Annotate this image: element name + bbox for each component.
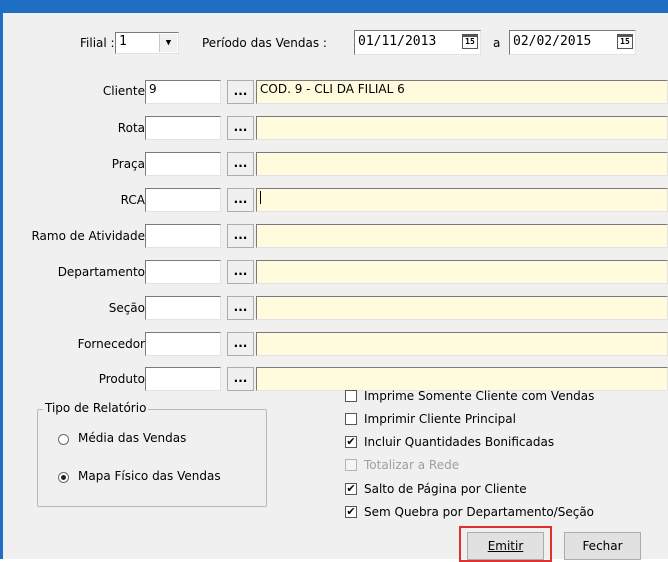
window-frame-top (0, 0, 668, 13)
fornecedor-description (256, 332, 668, 356)
checkbox-somente-cliente-vendas[interactable] (345, 390, 357, 402)
ramo-description (256, 224, 668, 248)
secao-description (256, 296, 668, 320)
filial-value: 1 (119, 34, 127, 49)
checkbox-totalizar-rede (345, 459, 357, 471)
ramo-code-input[interactable] (145, 224, 221, 248)
form-panel: Filial : 1 ▼ Período das Vendas : 01/11/… (3, 13, 668, 562)
ramo-search-button[interactable]: ... (227, 224, 254, 248)
calendar-icon[interactable]: 15 (462, 34, 478, 49)
departamento-code-input[interactable] (145, 260, 221, 284)
praca-description (256, 152, 668, 176)
ramo-label: Ramo de Atividade (31, 229, 145, 243)
date-separator: a (493, 36, 501, 50)
cliente-description: COD. 9 - CLI DA FILIAL 6 (256, 80, 668, 104)
date-to-field[interactable]: 02/02/2015 15 (509, 30, 636, 55)
calendar-icon[interactable]: 15 (617, 34, 633, 49)
checkbox-somente-cliente-vendas-label[interactable]: Imprime Somente Cliente com Vendas (364, 389, 594, 403)
rota-code-input[interactable] (145, 116, 221, 140)
cliente-code-input[interactable]: 9 (145, 80, 221, 104)
cliente-search-button[interactable]: ... (227, 80, 254, 104)
rca-code-input[interactable] (145, 188, 221, 212)
radio-mapa-fisico[interactable] (58, 472, 69, 483)
produto-label: Produto (98, 372, 145, 386)
radio-mapa-fisico-label[interactable]: Mapa Físico das Vendas (78, 469, 221, 483)
report-type-group: Tipo de Relatório Média das Vendas Mapa … (37, 401, 267, 507)
radio-media-vendas-label[interactable]: Média das Vendas (78, 431, 186, 445)
praca-label: Praça (111, 157, 145, 171)
fechar-button-label: Fechar (582, 539, 623, 553)
checkbox-sem-quebra-label[interactable]: Sem Quebra por Departamento/Seção (364, 505, 594, 519)
report-type-title: Tipo de Relatório (43, 401, 149, 415)
rota-label: Rota (117, 121, 145, 135)
rota-description (256, 116, 668, 140)
secao-label: Seção (108, 301, 145, 315)
fornecedor-label: Fornecedor (77, 337, 145, 351)
produto-code-input[interactable] (145, 367, 221, 391)
fornecedor-search-button[interactable]: ... (227, 332, 254, 356)
chevron-down-icon[interactable]: ▼ (159, 34, 177, 52)
date-from-value: 01/11/2013 (358, 34, 437, 49)
produto-description (256, 367, 668, 391)
emitir-button-label: Emitir (487, 539, 524, 553)
praca-code-input[interactable] (145, 152, 221, 176)
date-to-value: 02/02/2015 (513, 34, 592, 49)
periodo-label: Período das Vendas : (202, 36, 327, 50)
emitir-button[interactable]: Emitir (467, 532, 544, 560)
filial-label: Filial : (80, 36, 115, 50)
rca-description (256, 188, 668, 212)
filial-select[interactable]: 1 ▼ (115, 32, 179, 54)
rca-label: RCA (120, 193, 145, 207)
radio-media-vendas[interactable] (58, 434, 69, 445)
cliente-label: Cliente (102, 84, 145, 98)
checkbox-salto-pagina[interactable]: ✔ (345, 483, 357, 495)
checkbox-sem-quebra[interactable]: ✔ (345, 506, 357, 518)
departamento-label: Departamento (57, 265, 145, 279)
rca-search-button[interactable]: ... (227, 188, 254, 212)
checkbox-totalizar-rede-label: Totalizar a Rede (364, 458, 460, 472)
produto-search-button[interactable]: ... (227, 367, 254, 391)
fornecedor-code-input[interactable] (145, 332, 221, 356)
text-cursor (260, 191, 261, 204)
fechar-button[interactable]: Fechar (564, 532, 641, 560)
checkbox-quantidades-bonificadas-label[interactable]: Incluir Quantidades Bonificadas (364, 435, 554, 449)
date-from-field[interactable]: 01/11/2013 15 (354, 30, 481, 55)
praca-search-button[interactable]: ... (227, 152, 254, 176)
checkbox-salto-pagina-label[interactable]: Salto de Página por Cliente (364, 482, 527, 496)
departamento-description (256, 260, 668, 284)
secao-code-input[interactable] (145, 296, 221, 320)
checkbox-cliente-principal-label[interactable]: Imprimir Cliente Principal (364, 412, 516, 426)
checkbox-quantidades-bonificadas[interactable]: ✔ (345, 436, 357, 448)
secao-search-button[interactable]: ... (227, 296, 254, 320)
checkbox-cliente-principal[interactable] (345, 413, 357, 425)
rota-search-button[interactable]: ... (227, 116, 254, 140)
departamento-search-button[interactable]: ... (227, 260, 254, 284)
